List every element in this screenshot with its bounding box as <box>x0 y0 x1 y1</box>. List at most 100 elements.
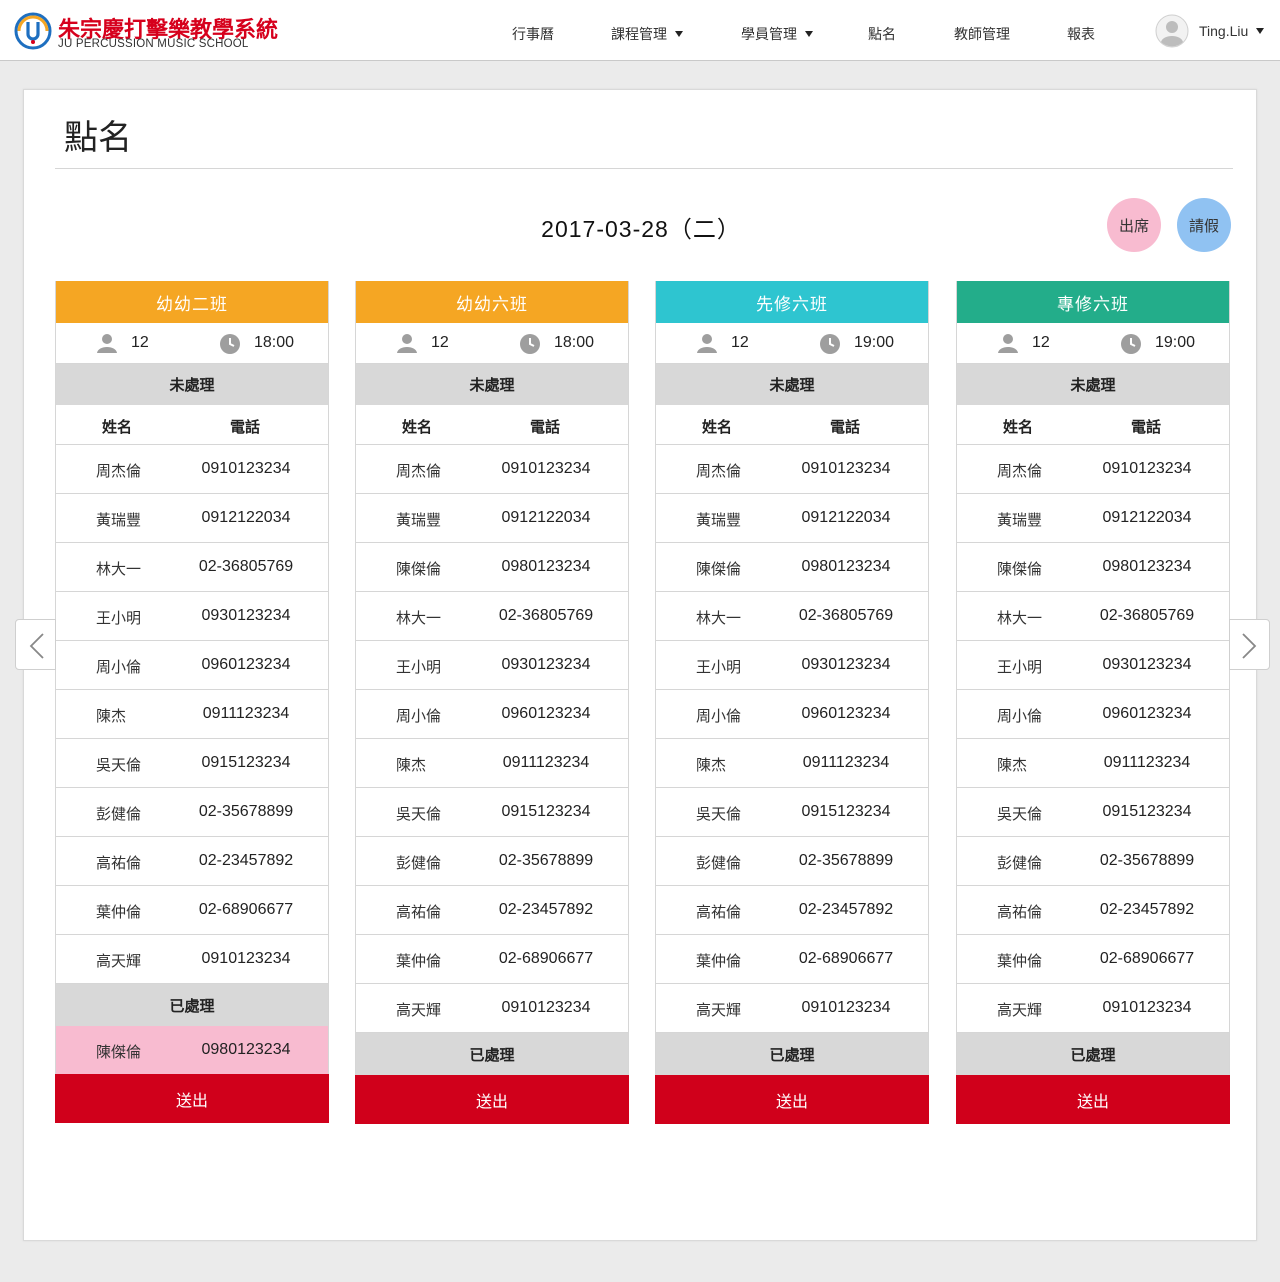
student-row[interactable]: 葉仲倫 02-68906677 <box>656 935 928 984</box>
student-row[interactable]: 王小明 0930123234 <box>957 641 1229 690</box>
student-row[interactable]: 彭健倫 02-35678899 <box>656 837 928 886</box>
student-row[interactable]: 王小明 0930123234 <box>656 641 928 690</box>
student-row[interactable]: 高天輝 0910123234 <box>56 935 328 984</box>
student-row[interactable]: 彭健倫 02-35678899 <box>356 837 628 886</box>
class-name-header: 幼幼六班 <box>356 281 628 323</box>
student-row[interactable]: 黃瑞豐 0912122034 <box>356 494 628 543</box>
student-phone: 0960123234 <box>501 705 591 722</box>
nav-calendar[interactable]: 行事曆 <box>512 24 554 44</box>
student-row[interactable]: 周小倫 0960123234 <box>656 690 928 739</box>
student-name: 周杰倫 <box>96 462 142 480</box>
student-name: 周杰倫 <box>997 462 1043 480</box>
student-phone: 0980123234 <box>1102 558 1192 575</box>
student-row[interactable]: 周杰倫 0910123234 <box>356 445 628 494</box>
student-row[interactable]: 王小明 0930123234 <box>356 641 628 690</box>
student-row[interactable]: 黃瑞豐 0912122034 <box>656 494 928 543</box>
caret-down-icon[interactable] <box>1256 28 1264 34</box>
nav-reports[interactable]: 報表 <box>1067 24 1095 44</box>
student-row[interactable]: 高祐倫 02-23457892 <box>56 837 328 886</box>
student-name: 王小明 <box>997 658 1043 676</box>
processed-section-header: 已處理 <box>656 1033 928 1075</box>
nav-course-management[interactable]: 課程管理 <box>611 24 683 44</box>
student-row[interactable]: 吳天倫 0915123234 <box>56 739 328 788</box>
student-phone: 0915123234 <box>1102 803 1192 820</box>
user-avatar-icon[interactable] <box>1155 14 1189 48</box>
student-row[interactable]: 葉仲倫 02-68906677 <box>356 935 628 984</box>
pending-section-header: 未處理 <box>656 364 928 405</box>
student-phone: 0930123234 <box>1102 656 1192 673</box>
student-row[interactable]: 周杰倫 0910123234 <box>957 445 1229 494</box>
student-row[interactable]: 王小明 0930123234 <box>56 592 328 641</box>
student-phone: 0930123234 <box>501 656 591 673</box>
student-phone: 0980123234 <box>201 1041 291 1058</box>
student-row[interactable]: 周小倫 0960123234 <box>56 641 328 690</box>
student-row[interactable]: 吳天倫 0915123234 <box>356 788 628 837</box>
student-row[interactable]: 彭健倫 02-35678899 <box>56 788 328 837</box>
submit-button[interactable]: 送出 <box>956 1075 1230 1124</box>
processed-student-row[interactable]: 陳傑倫 0980123234 <box>56 1026 328 1074</box>
phone-column-header: 電話 <box>530 418 561 436</box>
student-row[interactable]: 周杰倫 0910123234 <box>56 445 328 494</box>
date-label: 2017-03-28（二） <box>541 216 741 242</box>
student-row[interactable]: 高天輝 0910123234 <box>356 984 628 1033</box>
student-row[interactable]: 林大一 02-36805769 <box>656 592 928 641</box>
student-phone: 0911123234 <box>802 754 890 771</box>
table-header: 姓名 電話 <box>356 405 628 445</box>
nav-roll-call[interactable]: 點名 <box>868 24 896 44</box>
student-row[interactable]: 吳天倫 0915123234 <box>656 788 928 837</box>
student-name: 周杰倫 <box>696 462 742 480</box>
student-row[interactable]: 陳杰 0911123234 <box>356 739 628 788</box>
student-row[interactable]: 高祐倫 02-23457892 <box>356 886 628 935</box>
student-phone: 0910123234 <box>501 999 591 1016</box>
class-name-header: 先修六班 <box>656 281 928 323</box>
student-row[interactable]: 陳杰 0911123234 <box>56 690 328 739</box>
student-row[interactable]: 林大一 02-36805769 <box>56 543 328 592</box>
student-phone: 02-23457892 <box>1099 901 1195 918</box>
prev-arrow-button[interactable] <box>15 619 56 670</box>
student-row[interactable]: 周小倫 0960123234 <box>356 690 628 739</box>
student-row[interactable]: 陳傑倫 0980123234 <box>656 543 928 592</box>
class-time: 18:00 <box>254 334 295 351</box>
student-phone: 0915123234 <box>501 803 591 820</box>
student-name: 吳天倫 <box>696 805 742 823</box>
student-row[interactable]: 陳杰 0911123234 <box>656 739 928 788</box>
student-row[interactable]: 高天輝 0910123234 <box>656 984 928 1033</box>
student-row[interactable]: 高天輝 0910123234 <box>957 984 1229 1033</box>
student-row[interactable]: 葉仲倫 02-68906677 <box>957 935 1229 984</box>
student-row[interactable]: 陳傑倫 0980123234 <box>356 543 628 592</box>
student-row[interactable]: 葉仲倫 02-68906677 <box>56 886 328 935</box>
student-phone: 02-23457892 <box>498 901 594 918</box>
student-name: 周小倫 <box>396 707 442 725</box>
nav-teacher-management[interactable]: 教師管理 <box>954 24 1010 44</box>
student-name: 王小明 <box>696 658 742 676</box>
student-name: 高天輝 <box>696 1001 742 1019</box>
student-row[interactable]: 林大一 02-36805769 <box>356 592 628 641</box>
next-arrow-button[interactable] <box>1229 619 1270 670</box>
submit-button[interactable]: 送出 <box>655 1075 929 1124</box>
student-row[interactable]: 黃瑞豐 0912122034 <box>957 494 1229 543</box>
student-row[interactable]: 高祐倫 02-23457892 <box>957 886 1229 935</box>
submit-button[interactable]: 送出 <box>355 1075 629 1124</box>
student-name: 林大一 <box>96 560 142 578</box>
student-row[interactable]: 彭健倫 02-35678899 <box>957 837 1229 886</box>
student-row[interactable]: 陳杰 0911123234 <box>957 739 1229 788</box>
student-row[interactable]: 林大一 02-36805769 <box>957 592 1229 641</box>
student-row[interactable]: 周小倫 0960123234 <box>957 690 1229 739</box>
student-row[interactable]: 周杰倫 0910123234 <box>656 445 928 494</box>
pending-section-header: 未處理 <box>56 364 328 405</box>
student-phone: 0910123234 <box>1102 460 1192 477</box>
user-name[interactable]: Ting.Liu <box>1199 23 1248 39</box>
legend-attend: 出席 <box>1107 198 1161 252</box>
logo[interactable]: 朱宗慶打擊樂教學系統 JU PERCUSSION MUSIC SCHOOL <box>12 10 312 54</box>
nav-student-management[interactable]: 學員管理 <box>741 24 813 44</box>
student-name: 高祐倫 <box>696 903 742 921</box>
student-name: 高天輝 <box>997 1001 1043 1019</box>
student-row[interactable]: 陳傑倫 0980123234 <box>957 543 1229 592</box>
student-row[interactable]: 黃瑞豐 0912122034 <box>56 494 328 543</box>
student-phone: 0912122034 <box>201 509 291 526</box>
student-row[interactable]: 吳天倫 0915123234 <box>957 788 1229 837</box>
submit-button[interactable]: 送出 <box>55 1074 329 1123</box>
student-name: 黃瑞豐 <box>396 511 442 529</box>
student-name: 黃瑞豐 <box>997 511 1043 529</box>
student-row[interactable]: 高祐倫 02-23457892 <box>656 886 928 935</box>
